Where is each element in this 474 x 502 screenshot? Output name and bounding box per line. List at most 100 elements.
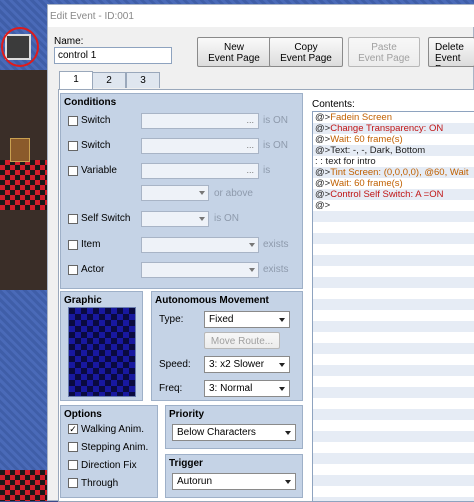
line-text: Text: -, -, Dark, Bottom (330, 145, 426, 156)
tab-page-2[interactable]: 2 (92, 72, 126, 88)
variable-field[interactable]: ... (141, 163, 259, 179)
copy-button-line2: Event Page (280, 53, 332, 64)
switch1-suffix: is ON (263, 115, 288, 126)
map-floor-tiles-bottom (0, 470, 47, 501)
move-route-button[interactable]: Move Route... (204, 332, 280, 349)
name-input[interactable] (54, 47, 172, 64)
contents-line[interactable]: @> (313, 200, 474, 211)
paste-event-page-button[interactable]: Paste Event Page (348, 37, 420, 67)
line-prefix: @> (315, 112, 331, 123)
variable-label: Variable (81, 165, 117, 176)
tab-page-1[interactable]: 1 (59, 71, 93, 89)
conditions-panel: Conditions Switch ... is ON Switch ... i… (60, 93, 303, 289)
variable-checkbox[interactable] (68, 166, 78, 176)
edit-event-window: Edit Event - ID:001 Name: New Event Page… (47, 4, 474, 502)
line-prefix: @> (315, 134, 331, 145)
contents-line[interactable]: @>Fadein Screen (313, 112, 474, 123)
paste-button-line1: Paste (371, 42, 397, 53)
contents-line[interactable]: : : text for intro (313, 156, 474, 167)
new-button-line1: New (223, 42, 244, 53)
red-circle-annotation (1, 27, 39, 67)
line-prefix: @> (315, 189, 331, 200)
line-text: Tint Screen: (0,0,0,0), @60, Wait (330, 167, 469, 178)
movement-title: Autonomous Movement (155, 295, 269, 306)
contents-line[interactable]: @>Control Self Switch: A =ON (313, 189, 474, 200)
copy-button-line1: Copy (294, 42, 318, 53)
walking-anim-label: Walking Anim. (81, 424, 144, 435)
switch1-label: Switch (81, 115, 111, 126)
line-prefix: @> (315, 123, 331, 134)
contents-line[interactable]: @>Wait: 60 frame(s) (313, 134, 474, 145)
contents-list[interactable]: @>Fadein Screen @>Change Transparency: ON… (312, 111, 474, 502)
switch1-checkbox[interactable] (68, 116, 78, 126)
line-prefix: @> (315, 200, 331, 211)
line-prefix: @> (315, 167, 331, 178)
priority-dropdown[interactable]: Below Characters (172, 424, 296, 441)
copy-event-page-button[interactable]: Copy Event Page (269, 37, 343, 67)
map-event-sprite[interactable] (10, 138, 30, 162)
graphic-title: Graphic (64, 295, 102, 306)
stepping-anim-checkbox[interactable] (68, 442, 78, 452)
trigger-value: Autorun (177, 476, 213, 487)
chevron-down-icon (285, 431, 291, 435)
trigger-panel: Trigger Autorun (165, 454, 303, 498)
direction-fix-checkbox[interactable] (68, 460, 78, 470)
line-text: Change Transparency: ON (330, 123, 444, 134)
freq-dropdown[interactable]: 3: Normal (204, 380, 290, 397)
priority-value: Below Characters (177, 427, 256, 438)
contents-line[interactable]: @>Change Transparency: ON (313, 123, 474, 134)
actor-select[interactable] (141, 262, 259, 278)
through-label: Through (81, 478, 119, 489)
name-label: Name: (54, 36, 84, 47)
type-dropdown[interactable]: Fixed (204, 311, 290, 328)
through-checkbox[interactable] (68, 478, 78, 488)
type-label: Type: (159, 314, 184, 325)
speed-value: 3: x2 Slower (209, 359, 265, 370)
contents-line[interactable]: @>Text: -, -, Dark, Bottom (313, 145, 474, 156)
variable-suffix: is (263, 165, 271, 176)
above-suffix: or above (214, 188, 253, 199)
self-switch-suffix: is ON (214, 213, 239, 224)
trigger-title: Trigger (169, 458, 203, 469)
priority-title: Priority (169, 409, 205, 420)
graphic-preview[interactable] (68, 307, 136, 397)
item-label: Item (81, 239, 101, 250)
conditions-title: Conditions (64, 97, 117, 108)
delete-button-line1: Delete (435, 42, 464, 53)
actor-checkbox[interactable] (68, 265, 78, 275)
switch2-label: Switch (81, 140, 111, 151)
line-text: : text for intro (317, 156, 376, 167)
chevron-down-icon (279, 387, 285, 391)
delete-event-page-button[interactable]: Delete Event Page (428, 37, 474, 67)
variable-value-spinner[interactable] (141, 185, 209, 201)
self-switch-checkbox[interactable] (68, 214, 78, 224)
direction-fix-label: Direction Fix (81, 460, 137, 471)
new-button-line2: Event Page (208, 53, 260, 64)
switch2-suffix: is ON (263, 140, 288, 151)
contents-line[interactable]: @>Wait: 60 frame(s) (313, 178, 474, 189)
switch2-checkbox[interactable] (68, 141, 78, 151)
speed-dropdown[interactable]: 3: x2 Slower (204, 356, 290, 373)
line-text: Wait: 60 frame(s) (330, 134, 403, 145)
switch2-field[interactable]: ... (141, 138, 259, 154)
actor-suffix: exists (263, 264, 289, 275)
autonomous-movement-panel: Autonomous Movement Type: Fixed Move Rou… (151, 291, 303, 401)
speed-label: Speed: (159, 359, 191, 370)
trigger-dropdown[interactable]: Autorun (172, 473, 296, 490)
self-switch-select[interactable] (141, 211, 209, 227)
walking-anim-checkbox[interactable]: ✓ (68, 424, 78, 434)
tab-page-3[interactable]: 3 (126, 72, 160, 88)
line-text: Wait: 60 frame(s) (330, 178, 403, 189)
item-select[interactable] (141, 237, 259, 253)
delete-button-line2: Event Page (435, 53, 461, 66)
title-bar[interactable]: Edit Event - ID:001 (48, 5, 474, 27)
line-text: Control Self Switch: A =ON (330, 189, 444, 200)
switch1-field[interactable]: ... (141, 113, 259, 129)
item-checkbox[interactable] (68, 240, 78, 250)
new-event-page-button[interactable]: New Event Page (197, 37, 271, 67)
freq-label: Freq: (159, 383, 183, 394)
stepping-anim-label: Stepping Anim. (81, 442, 149, 453)
priority-panel: Priority Below Characters (165, 405, 303, 449)
contents-line[interactable]: @>Tint Screen: (0,0,0,0), @60, Wait (313, 167, 474, 178)
chevron-down-icon (279, 363, 285, 367)
